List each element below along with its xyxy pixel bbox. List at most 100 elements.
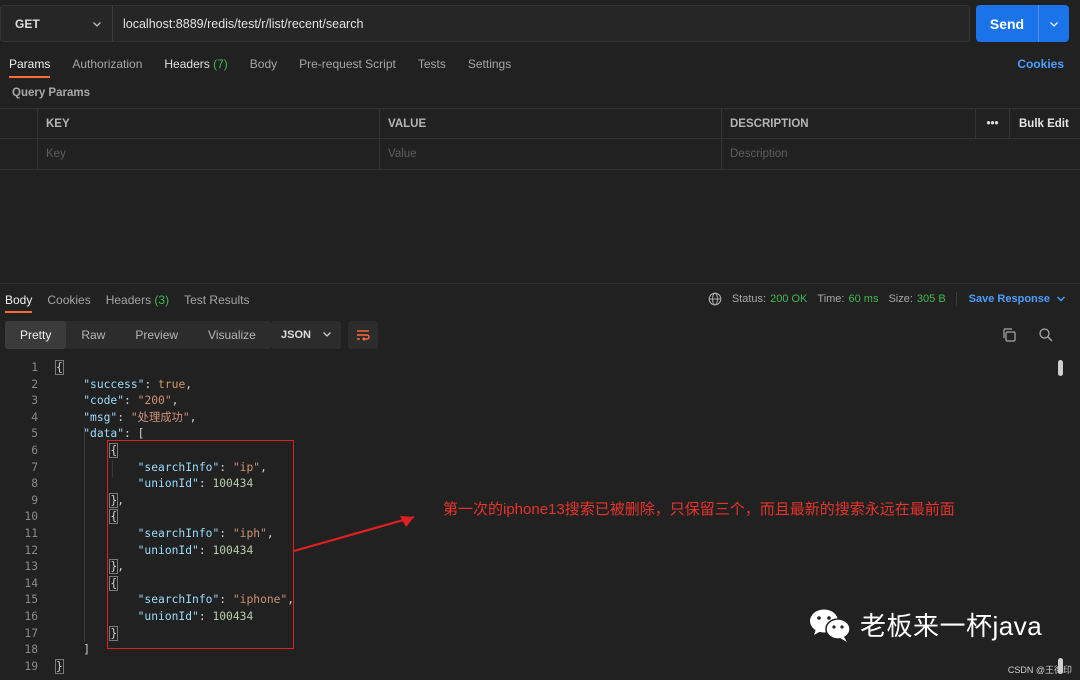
tab-params[interactable]: Params	[0, 50, 51, 78]
wrap-lines-button[interactable]	[348, 321, 378, 349]
view-mode-segmented: Pretty Raw Preview Visualize	[5, 321, 271, 349]
globe-icon[interactable]	[708, 292, 722, 306]
copy-icon[interactable]	[1001, 327, 1017, 346]
tab-headers[interactable]: Headers (7)	[155, 50, 227, 78]
tab-count-badge: (3)	[154, 293, 170, 307]
url-input[interactable]: localhost:8889/redis/test/r/list/recent/…	[113, 17, 363, 31]
line-number: 13	[24, 560, 38, 574]
line-number: 9	[31, 493, 38, 507]
line-number: 14	[24, 576, 38, 590]
view-visualize-button[interactable]: Visualize	[193, 321, 271, 349]
code-line: 19}	[0, 658, 1060, 676]
size-indicator: Size: 305 B	[888, 293, 945, 305]
tab-test-results[interactable]: Test Results	[179, 287, 249, 313]
tab-response-cookies[interactable]: Cookies	[42, 287, 90, 313]
view-pretty-button[interactable]: Pretty	[5, 321, 67, 349]
view-preview-button[interactable]: Preview	[120, 321, 193, 349]
line-number: 16	[24, 609, 38, 623]
tab-pre-request-script[interactable]: Pre-request Script	[290, 50, 396, 78]
send-label: Send	[989, 15, 1025, 32]
request-tabs: Params Authorization Headers (7) Body Pr…	[0, 50, 1080, 78]
send-options-button[interactable]	[1039, 19, 1069, 29]
line-number: 18	[24, 643, 38, 657]
code-line: 1{	[0, 360, 1060, 377]
line-number: 2	[31, 377, 38, 391]
code-text: "success": true,	[83, 377, 193, 391]
url-bar: GET localhost:8889/redis/test/r/list/rec…	[0, 5, 970, 42]
format-select[interactable]: JSON	[271, 321, 341, 349]
size-label: Size:	[888, 293, 913, 305]
annotation-box	[107, 440, 294, 649]
wrap-lines-icon	[357, 330, 370, 341]
code-text: "msg": "处理成功",	[83, 410, 197, 424]
line-number: 17	[24, 626, 38, 640]
status-value: 200 OK	[770, 293, 808, 305]
code-text: }	[55, 658, 64, 674]
tab-label: Headers	[164, 57, 210, 71]
response-divider[interactable]	[0, 283, 1080, 284]
line-number: 11	[24, 526, 38, 540]
params-table: KEY VALUE DESCRIPTION ••• Bulk Edit Key …	[0, 108, 1080, 170]
tab-label: Pre-request Script	[299, 57, 396, 71]
description-column-header: DESCRIPTION	[722, 109, 976, 138]
divider	[955, 292, 957, 306]
line-number: 5	[31, 427, 38, 441]
json-key: "data"	[83, 427, 125, 441]
line-number: 3	[31, 394, 38, 408]
value-input[interactable]: Value	[380, 139, 722, 169]
save-response-label: Save Response	[968, 293, 1050, 305]
row-checkbox[interactable]	[0, 139, 38, 169]
more-options-icon[interactable]: •••	[976, 109, 1010, 138]
checkbox-column	[0, 109, 38, 138]
chevron-down-icon	[93, 21, 101, 27]
view-mode-bar: Pretty Raw Preview Visualize	[5, 321, 271, 349]
json-key: "success"	[83, 377, 145, 391]
line-number: 6	[31, 443, 38, 457]
code-text: "code": "200",	[83, 394, 179, 408]
json-key: "code"	[83, 394, 125, 408]
time-value: 60 ms	[848, 293, 879, 305]
search-icon[interactable]	[1038, 327, 1054, 346]
response-meta: Status: 200 OK Time: 60 ms Size: 305 B Save…	[708, 292, 1068, 306]
table-header-row: KEY VALUE DESCRIPTION ••• Bulk Edit	[0, 108, 1080, 139]
tab-settings[interactable]: Settings	[459, 50, 511, 78]
method-select[interactable]: GET	[1, 6, 113, 41]
tab-body[interactable]: Body	[241, 50, 277, 78]
json-value: "200"	[137, 394, 172, 408]
send-button[interactable]: Send	[976, 5, 1069, 42]
tab-tests[interactable]: Tests	[409, 50, 446, 78]
chevron-down-icon	[323, 332, 331, 337]
view-raw-button[interactable]: Raw	[66, 321, 120, 349]
format-label: JSON	[281, 329, 311, 341]
code-line: 4 "msg": "处理成功",	[0, 410, 1060, 427]
json-value: "处理成功"	[130, 410, 190, 424]
key-input[interactable]: Key	[38, 139, 380, 169]
status-indicator: Status: 200 OK	[732, 293, 808, 305]
tab-authorization[interactable]: Authorization	[63, 50, 142, 78]
line-number: 8	[31, 477, 38, 491]
time-indicator: Time: 60 ms	[817, 293, 878, 305]
save-response-button[interactable]: Save Response	[969, 293, 1068, 305]
code-line: 2 "success": true,	[0, 377, 1060, 394]
tab-response-body[interactable]: Body	[0, 287, 33, 313]
response-tabs: Body Cookies Headers (3) Test Results	[0, 286, 259, 314]
tab-response-headers[interactable]: Headers (3)	[101, 287, 169, 313]
bulk-edit-button[interactable]: Bulk Edit	[1010, 109, 1080, 138]
tab-label: Body	[249, 57, 278, 71]
code-text: ]	[56, 643, 91, 657]
watermark-text: 老板来一杯java	[860, 611, 1043, 641]
code-line: 3 "code": "200",	[0, 393, 1060, 410]
tab-count-badge: (7)	[213, 57, 228, 71]
description-input[interactable]: Description	[722, 139, 1010, 169]
chevron-down-icon	[1050, 21, 1058, 27]
query-params-title: Query Params	[12, 87, 90, 99]
tab-label: Cookies	[47, 293, 91, 307]
scrollbar-top[interactable]	[1058, 360, 1063, 376]
json-value: true	[158, 377, 186, 391]
tab-label: Tests	[417, 57, 446, 71]
value-column-header: VALUE	[380, 109, 722, 138]
tab-label: Settings	[467, 57, 512, 71]
annotation-text: 第一次的iphone13搜索已被删除，只保留三个，而且最新的搜索永远在最前面	[443, 501, 955, 518]
cookies-link[interactable]: Cookies	[1017, 57, 1064, 71]
tab-label: Body	[5, 293, 33, 307]
